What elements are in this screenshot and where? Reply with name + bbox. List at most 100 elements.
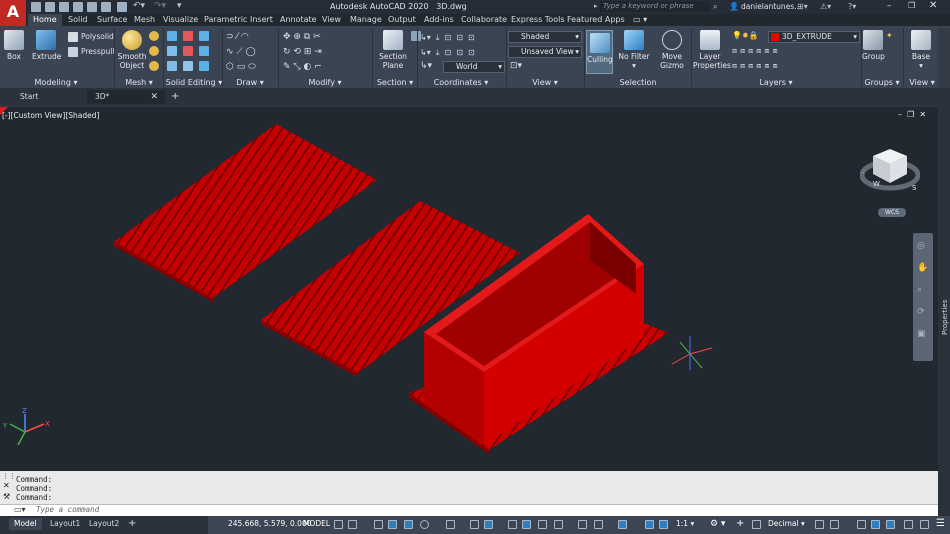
cart-icon[interactable]: ⊞▾ xyxy=(797,2,808,11)
ribbon-scroll[interactable] xyxy=(938,28,950,88)
layer-properties-button[interactable]: Layer Properties xyxy=(693,30,731,70)
selection-filter-icon[interactable] xyxy=(594,520,603,529)
rotate-icon[interactable]: ↻ xyxy=(283,47,291,57)
customize-command-icon[interactable]: ⚒ xyxy=(3,492,10,501)
status-extra-icon[interactable] xyxy=(904,520,913,529)
minimize-icon[interactable]: – xyxy=(887,1,892,11)
object-snap-tracking-icon[interactable] xyxy=(470,520,479,529)
close-command-icon[interactable]: ✕ xyxy=(3,481,10,490)
circle-icon[interactable]: ◯ xyxy=(246,47,256,57)
subtract-icon[interactable] xyxy=(183,31,193,41)
move-gizmo-button[interactable]: Move Gizmo xyxy=(656,30,688,70)
ellipse-icon[interactable]: ⬭ xyxy=(248,62,256,72)
base-button[interactable]: Base ▾ xyxy=(907,30,935,70)
selection-cycling-icon[interactable] xyxy=(538,520,547,529)
command-input[interactable]: Type a command xyxy=(36,505,916,515)
shell-icon[interactable] xyxy=(199,61,209,71)
viewcube[interactable]: W S · xyxy=(859,143,921,193)
tab-insert[interactable]: Insert xyxy=(249,14,274,26)
modify-panel-label[interactable]: Modify ▾ xyxy=(280,77,370,88)
grid-icon[interactable] xyxy=(334,520,343,529)
section-plane-button[interactable]: Section Plane xyxy=(377,30,409,70)
search-input[interactable]: Type a keyword or phrase xyxy=(600,1,710,12)
mesh-crease-icon[interactable] xyxy=(149,61,159,71)
solid-edit-icon[interactable] xyxy=(199,31,209,41)
mirror-icon[interactable]: ◐ xyxy=(304,62,312,72)
quick-access-menu-icon[interactable]: ▾ xyxy=(177,1,182,11)
layer-dropdown[interactable]: 3D_EXTRUDE ▾ xyxy=(768,31,860,43)
help-icon[interactable]: ?▾ xyxy=(848,2,856,11)
undo-icon[interactable]: ↶▾ xyxy=(133,1,145,11)
construction-line-icon[interactable]: ⟋ xyxy=(236,47,242,57)
ortho-icon[interactable] xyxy=(404,520,413,529)
scale-icon[interactable]: ⤡ xyxy=(293,62,300,72)
ucs-3point-icon[interactable]: ⤓ xyxy=(436,48,440,57)
dynamic-input-icon[interactable] xyxy=(388,520,397,529)
presspull-button[interactable]: Presspull xyxy=(81,47,114,56)
3d-move-icon[interactable]: ⊕ xyxy=(293,32,301,42)
viewport-window-controls[interactable]: – ❐ ✕ xyxy=(898,110,926,119)
draw-tools[interactable]: ⊃ ⁄ ◠ ∿ ⟋ ◯ ⬡ ▭ ⬭ xyxy=(226,30,274,75)
redo-icon[interactable]: ↷▾ xyxy=(154,1,166,11)
tab-annotate[interactable]: Annotate xyxy=(279,14,318,26)
plot-icon[interactable] xyxy=(117,2,127,12)
box-button[interactable]: Box xyxy=(3,30,25,61)
pan-icon[interactable]: ✋ xyxy=(917,263,928,273)
culling-button[interactable]: Culling xyxy=(586,30,613,74)
intersect-icon[interactable] xyxy=(167,46,177,56)
tab-home[interactable]: Home xyxy=(28,14,62,26)
clean-screen-icon[interactable] xyxy=(886,520,895,529)
tab-collaborate[interactable]: Collaborate xyxy=(460,14,508,26)
tab-start[interactable]: Start xyxy=(0,90,86,104)
transparency-icon[interactable] xyxy=(522,520,531,529)
view2-panel-label[interactable]: View ▾ xyxy=(904,77,940,88)
ucs-z-icon[interactable]: ⊡ xyxy=(468,33,475,42)
arc-icon[interactable]: ◠ xyxy=(241,32,249,42)
rectangle-icon[interactable]: ▭ xyxy=(237,62,246,72)
tab-visualize[interactable]: Visualize xyxy=(162,14,199,26)
groups-panel-label[interactable]: Groups ▾ xyxy=(861,77,903,88)
polygon-icon[interactable]: ⬡ xyxy=(226,62,234,72)
ucs-vector-icon[interactable]: ⊡ xyxy=(468,48,475,57)
polar-icon[interactable] xyxy=(420,520,429,529)
tab-output[interactable]: Output xyxy=(387,14,417,26)
drawing-viewport[interactable]: [-][Custom View][Shaded] – ❐ ✕ Z X Y W S… xyxy=(0,105,938,471)
units-dropdown[interactable]: Decimal ▾ xyxy=(768,518,805,530)
fullscreen-icon[interactable] xyxy=(920,520,929,529)
showmotion-icon[interactable]: ▣ xyxy=(917,329,926,339)
tab-parametric[interactable]: Parametric xyxy=(203,14,248,26)
draw-panel-label[interactable]: Draw ▾ xyxy=(224,77,276,88)
ucs-icon[interactable]: ↳▾ xyxy=(420,33,431,42)
ucs-icon-toggle[interactable]: ↳▾ xyxy=(420,61,432,71)
save-icon[interactable] xyxy=(59,2,69,12)
new-tab-icon[interactable]: + xyxy=(171,90,179,104)
move-icon[interactable]: ✥ xyxy=(283,32,291,42)
ucs-object-icon[interactable]: ⊡ xyxy=(444,48,451,57)
extrude-button[interactable]: Extrude xyxy=(32,30,61,61)
section-panel-label[interactable]: Section ▾ xyxy=(372,77,418,88)
properties-label[interactable]: Properties xyxy=(941,300,949,335)
ribbon-options-icon[interactable]: ▭ ▾ xyxy=(633,15,647,24)
model-space-toggle[interactable]: MODEL xyxy=(303,518,330,530)
tab-surface[interactable]: Surface xyxy=(96,14,128,26)
polyline-icon[interactable]: ⊃ xyxy=(226,32,234,42)
solid-editing-panel-label[interactable]: Solid Editing ▾ xyxy=(164,77,224,88)
tab-manage[interactable]: Manage xyxy=(349,14,383,26)
erase-icon[interactable]: ✎ xyxy=(283,62,291,72)
gizmo-toggle-icon[interactable] xyxy=(618,520,627,529)
tab-view[interactable]: View xyxy=(321,14,342,26)
line-icon[interactable]: ⁄ xyxy=(236,32,238,42)
layer-tools-row-1[interactable]: ⧈⧈⧈⧈⧈⧈ xyxy=(732,46,781,56)
tab-mesh[interactable]: Mesh xyxy=(133,14,156,26)
layer-state-icons[interactable]: 💡✹🔒 xyxy=(732,31,759,40)
zoom-icon[interactable]: ⌕ xyxy=(917,285,922,295)
ucs-y-icon[interactable]: ⊡ xyxy=(456,33,463,42)
ucs-dropdown[interactable]: World ▾ xyxy=(443,61,505,73)
save-web-icon[interactable] xyxy=(101,2,111,12)
hardware-acceleration-icon[interactable] xyxy=(871,520,880,529)
search-icon[interactable]: ⌕ xyxy=(713,2,717,12)
ucs-x-icon[interactable]: ⊡ xyxy=(444,33,451,42)
tab-solid[interactable]: Solid xyxy=(67,14,89,26)
navigation-bar[interactable]: ◎ ✋ ⌕ ⟳ ▣ xyxy=(913,233,933,361)
annotation-visibility-icon[interactable] xyxy=(645,520,654,529)
